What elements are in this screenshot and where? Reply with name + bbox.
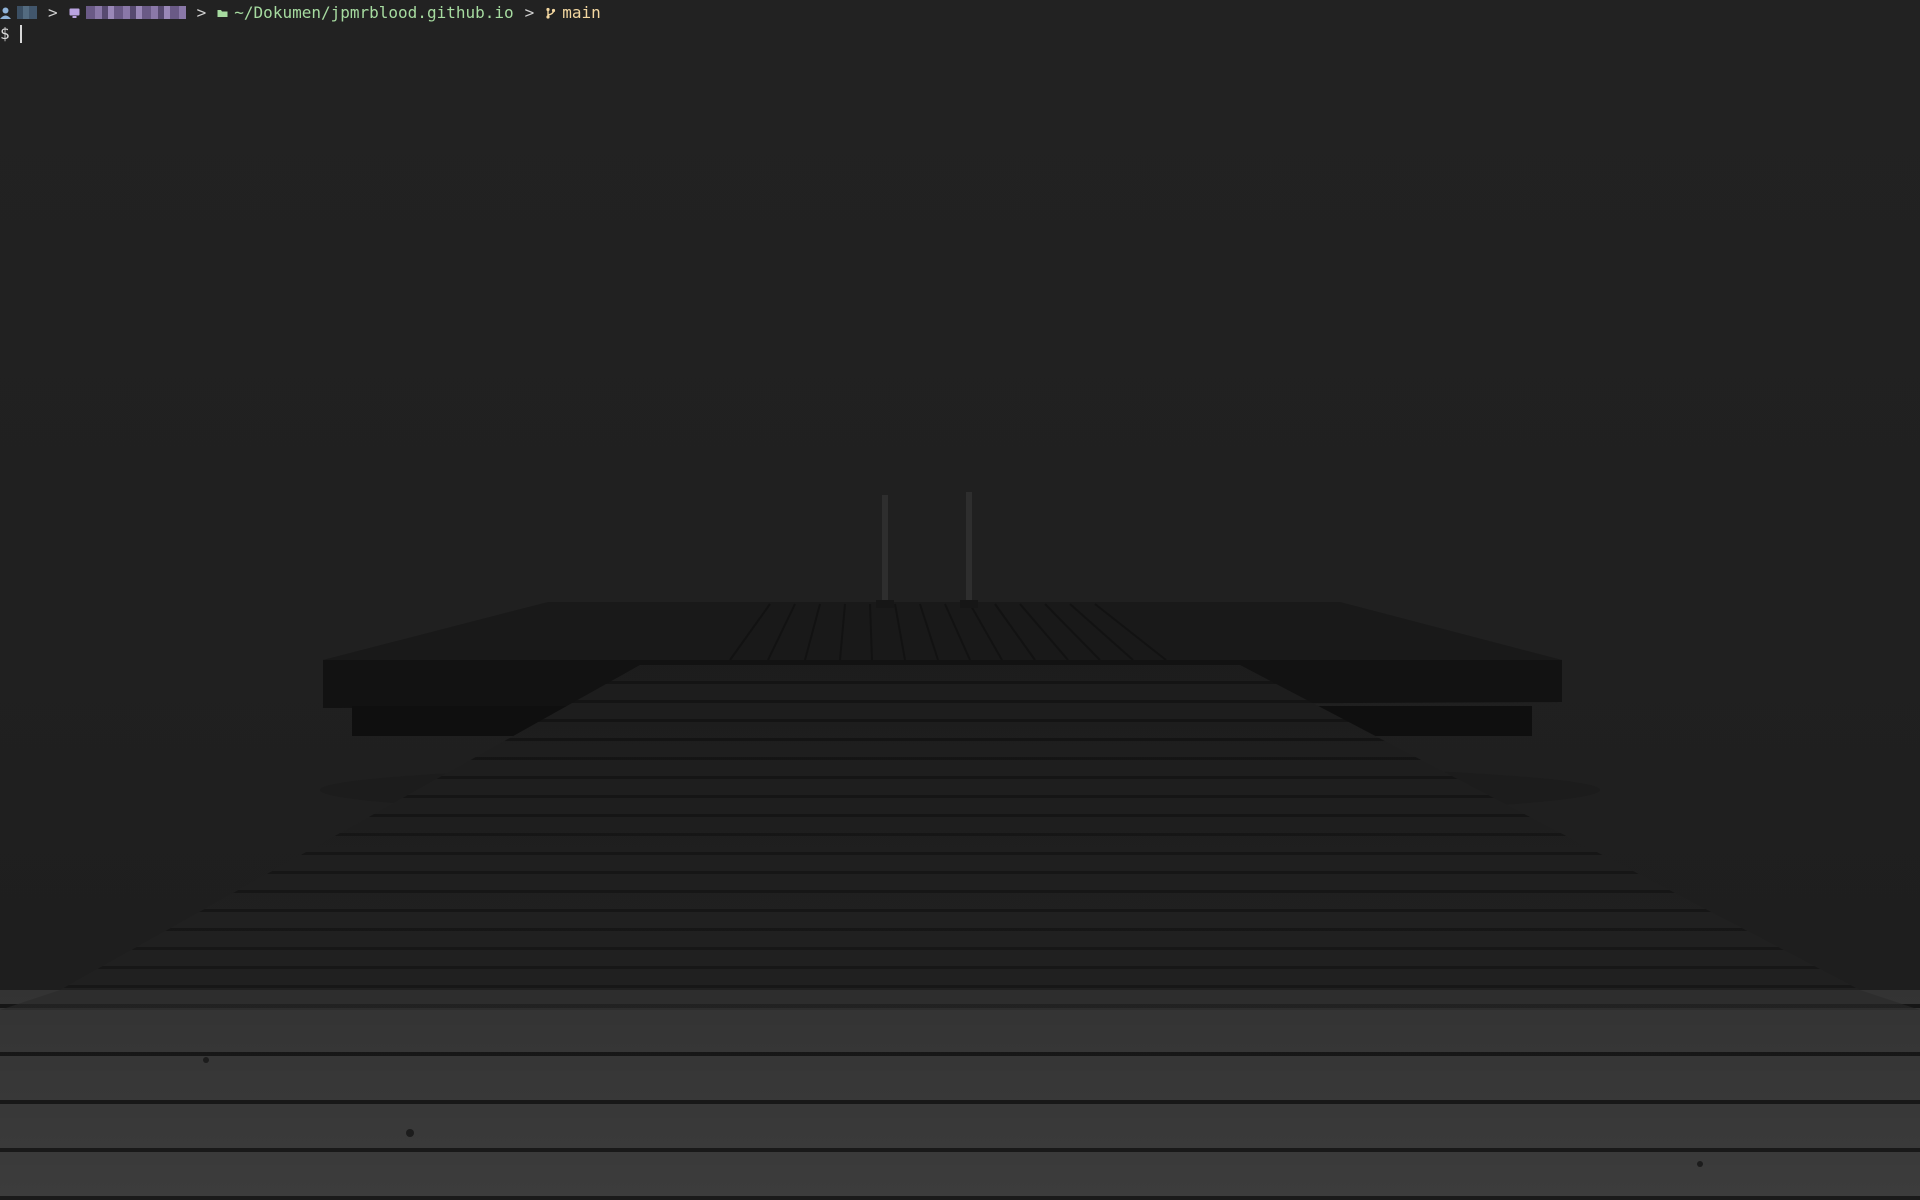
prompt-symbol: $ (0, 24, 10, 43)
current-directory: ~/Dokumen/jpmrblood.github.io (234, 3, 514, 22)
text-cursor (19, 24, 22, 43)
prompt-user-segment (0, 6, 37, 19)
git-branch-name: main (562, 3, 601, 22)
prompt-separator: > (48, 3, 58, 22)
redacted-username (17, 6, 37, 19)
pier-wallpaper (0, 492, 1920, 1200)
terminal-window[interactable]: > > ~/Dokumen/jpmrblood.github.io > main… (0, 0, 1920, 1200)
git-branch-icon (546, 7, 556, 19)
prompt-branch-segment: main (545, 2, 601, 23)
monitor-icon (69, 8, 80, 18)
prompt-separator: > (524, 3, 535, 22)
folder-icon (217, 9, 228, 17)
prompt-host-segment (69, 6, 186, 19)
prompt-path-segment: ~/Dokumen/jpmrblood.github.io (217, 2, 514, 23)
redacted-hostname (85, 6, 186, 19)
command-input-line[interactable]: $ (0, 23, 22, 44)
prompt-separator: > (196, 3, 207, 22)
user-icon (0, 7, 11, 19)
shell-prompt: > > ~/Dokumen/jpmrblood.github.io > main (0, 2, 601, 23)
